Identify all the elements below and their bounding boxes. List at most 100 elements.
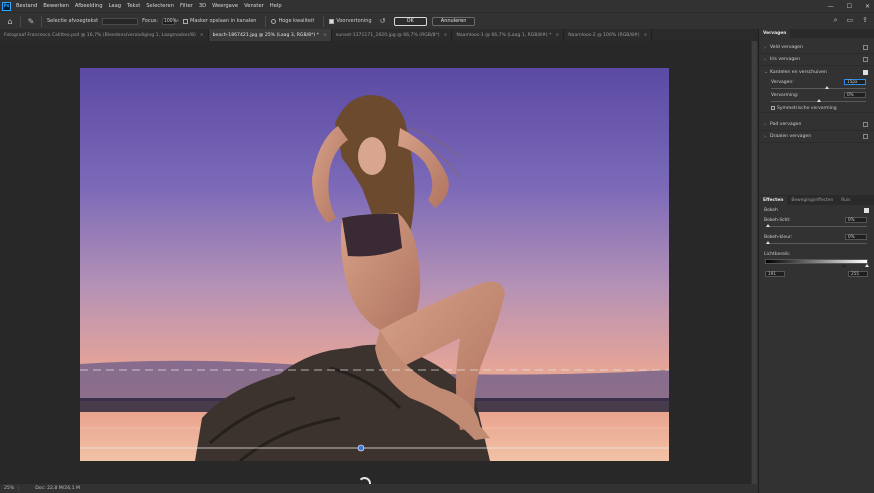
light-range-control[interactable]: Lichtbereik: 191 255 bbox=[759, 252, 874, 282]
symmetric-label: Symmetrische vervorming bbox=[777, 105, 837, 111]
status-bar: 25% Doc: 22,8 M/26,1 M bbox=[0, 484, 758, 493]
close-icon[interactable]: × bbox=[644, 33, 648, 38]
close-icon[interactable]: × bbox=[200, 33, 204, 38]
blur-row-checkbox[interactable] bbox=[863, 45, 868, 50]
symmetric-row[interactable]: Symmetrische vervorming bbox=[759, 104, 874, 113]
right-panel: Vervagen › Veld vervagen › Iris vervagen… bbox=[758, 29, 874, 493]
distortion-field[interactable]: 0% bbox=[844, 92, 866, 98]
slider-track[interactable] bbox=[766, 226, 867, 227]
menu-laag[interactable]: Laag bbox=[109, 3, 122, 9]
slider-thumb[interactable] bbox=[824, 86, 829, 89]
range-high-field[interactable]: 255 bbox=[848, 271, 868, 277]
bokeh-color-slider[interactable]: Bokeh-kleur: 0% bbox=[759, 233, 874, 246]
high-quality-checkbox[interactable] bbox=[271, 18, 277, 24]
blur-row-tilt-shift[interactable]: ⌄ Kantelen en verschuiven bbox=[759, 66, 874, 78]
window-controls: — ☐ ✕ bbox=[828, 0, 870, 12]
effects-panel-tabs: Effecten Bewegingseffecten Ruis bbox=[759, 195, 874, 205]
preview-label: Voorvertoning bbox=[336, 18, 372, 24]
selection-label[interactable]: Selectie afvoegtekst bbox=[47, 18, 98, 24]
selection-dropdown[interactable] bbox=[102, 17, 139, 25]
bokeh-color-field[interactable]: 0% bbox=[845, 234, 867, 240]
tab-label: sunset-1371171_1920.jpg @ 66,7% (RGB/8*) bbox=[335, 32, 440, 38]
menu-3d[interactable]: 3D bbox=[199, 3, 206, 9]
menu-filter[interactable]: Filter bbox=[180, 3, 193, 9]
menu-afbeelding[interactable]: Afbeelding bbox=[75, 3, 103, 9]
divider bbox=[41, 15, 42, 27]
maximize-icon[interactable]: ☐ bbox=[847, 3, 852, 10]
menu-tekst[interactable]: Tekst bbox=[127, 3, 140, 9]
menu-bestand[interactable]: Bestand bbox=[16, 3, 37, 9]
slider-thumb[interactable] bbox=[817, 99, 821, 102]
ok-button[interactable]: OK bbox=[393, 16, 427, 26]
document-image[interactable] bbox=[80, 68, 669, 461]
save-mask-checkbox[interactable] bbox=[183, 18, 189, 24]
preview-checkbox[interactable] bbox=[329, 18, 335, 24]
range-thumb-high[interactable] bbox=[865, 264, 869, 267]
close-icon[interactable]: × bbox=[444, 33, 448, 38]
slider-track[interactable] bbox=[771, 88, 866, 89]
photoshop-logo-icon[interactable]: Ps bbox=[2, 1, 11, 11]
blur-row-spin[interactable]: › Draaien vervagen bbox=[759, 131, 874, 143]
distortion-label: Vervorming: bbox=[771, 93, 799, 98]
tab-document[interactable]: Naamloos-2 @ 100% (RGB/8#) × bbox=[564, 29, 653, 41]
share-icon[interactable]: ⇪ bbox=[862, 16, 868, 25]
tab-document[interactable]: beach-1867421.jpg @ 25% (Laag 3, RGB/8*)… bbox=[208, 29, 332, 41]
blur-row-path[interactable]: › Pad vervagen bbox=[759, 119, 874, 131]
tab-document[interactable]: Naamloos-1 @ 66,7% (Laag 1, RGB/8#) * × bbox=[452, 29, 565, 41]
tab-bewegingseffecten[interactable]: Bewegingseffecten bbox=[787, 196, 837, 205]
focus-field[interactable]: 100% bbox=[162, 17, 177, 25]
range-low-field[interactable]: 191 bbox=[765, 271, 785, 277]
slider-thumb[interactable] bbox=[766, 241, 770, 244]
search-icon[interactable]: ⌕ bbox=[834, 16, 838, 25]
vertical-scrollbar[interactable] bbox=[751, 41, 758, 484]
tab-effecten[interactable]: Effecten bbox=[759, 196, 788, 205]
menu-selecteren[interactable]: Selecteren bbox=[146, 3, 174, 9]
bokeh-row[interactable]: Bokeh bbox=[759, 205, 874, 216]
home-icon[interactable]: ⌂ bbox=[5, 16, 15, 26]
doc-size[interactable]: Doc: 22,8 M/26,1 M bbox=[19, 486, 80, 491]
blur-row-checkbox[interactable] bbox=[863, 69, 868, 75]
canvas-area[interactable] bbox=[0, 41, 751, 490]
tab-document[interactable]: Fotograaf Francesco Calitteo.psd @ 16,7%… bbox=[0, 29, 209, 41]
menu-weergave[interactable]: Weergave bbox=[212, 3, 238, 9]
slider-thumb[interactable] bbox=[766, 224, 770, 227]
light-range-gradient[interactable] bbox=[765, 259, 868, 264]
blur-amount-slider[interactable]: Vervagen: 15px bbox=[759, 78, 874, 91]
slider-track[interactable] bbox=[766, 243, 867, 244]
blur-row-checkbox[interactable] bbox=[863, 122, 868, 127]
tab-document[interactable]: sunset-1371171_1920.jpg @ 66,7% (RGB/8*)… bbox=[331, 29, 453, 41]
blur-tool-icon[interactable]: ✎ bbox=[26, 16, 36, 26]
bokeh-light-slider[interactable]: Bokeh-licht: 0% bbox=[759, 216, 874, 229]
document-tabs: Fotograaf Francesco Calitteo.psd @ 16,7%… bbox=[0, 29, 758, 41]
bokeh-light-field[interactable]: 0% bbox=[845, 217, 867, 223]
range-thumb-low[interactable] bbox=[842, 264, 846, 267]
scroll-thumb[interactable] bbox=[752, 41, 757, 484]
cancel-button[interactable]: Annuleren bbox=[431, 16, 476, 26]
menu-venster[interactable]: Venster bbox=[244, 3, 264, 9]
blur-row-field[interactable]: › Veld vervagen bbox=[759, 42, 874, 54]
blur-row-checkbox[interactable] bbox=[863, 134, 868, 139]
light-range-label: Lichtbereik: bbox=[764, 252, 791, 257]
symmetric-checkbox[interactable] bbox=[771, 106, 775, 110]
minimize-icon[interactable]: — bbox=[828, 3, 834, 10]
tab-label: Fotograaf Francesco Calitteo.psd @ 16,7%… bbox=[4, 32, 196, 38]
distortion-slider[interactable]: Vervorming: 0% bbox=[759, 91, 874, 104]
tab-ruis[interactable]: Ruis bbox=[837, 196, 854, 205]
tab-vervagen[interactable]: Vervagen bbox=[759, 29, 791, 38]
reset-icon[interactable]: ↺ bbox=[378, 16, 388, 26]
menu-bar: Ps Bestand Bewerken Afbeelding Laag Teks… bbox=[0, 0, 874, 12]
close-icon[interactable]: × bbox=[555, 33, 559, 38]
divider bbox=[265, 15, 267, 27]
workspace-icon[interactable]: ▭ bbox=[847, 16, 854, 25]
bokeh-checkbox[interactable] bbox=[864, 208, 869, 213]
chevron-icon[interactable]: › bbox=[177, 18, 179, 24]
zoom-level[interactable]: 25% bbox=[0, 486, 20, 491]
close-icon[interactable]: ✕ bbox=[865, 3, 870, 10]
menu-bewerken[interactable]: Bewerken bbox=[43, 3, 69, 9]
blur-row-iris[interactable]: › Iris vervagen bbox=[759, 54, 874, 66]
menu-help[interactable]: Help bbox=[270, 3, 282, 9]
save-mask-label: Masker opslaan in kanalen bbox=[190, 18, 257, 24]
blur-amount-field[interactable]: 15px bbox=[844, 79, 866, 85]
blur-row-checkbox[interactable] bbox=[863, 57, 868, 62]
close-icon[interactable]: × bbox=[323, 33, 327, 38]
